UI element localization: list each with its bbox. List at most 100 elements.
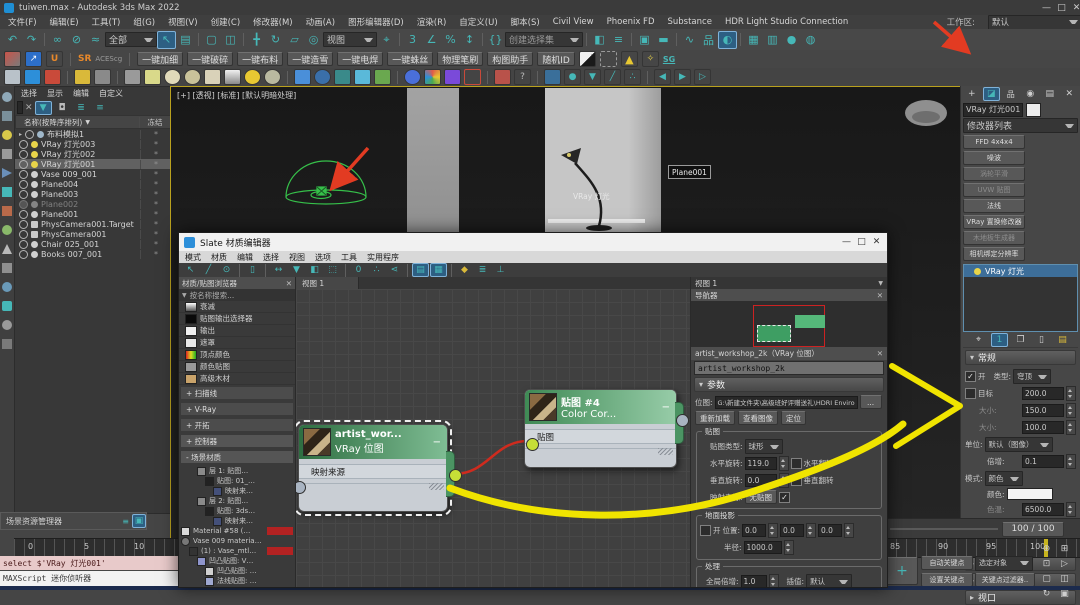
visibility-eye-icon[interactable] <box>19 230 28 239</box>
slate-move-children-icon[interactable]: ↔ <box>270 263 287 277</box>
menu-hdr-light-studio[interactable]: HDR Light Studio Connection <box>725 17 848 27</box>
menu-group[interactable]: 组(G) <box>133 16 155 28</box>
export-tool-icon[interactable]: ↗ <box>25 51 42 67</box>
visibility-eye-icon[interactable] <box>19 160 28 169</box>
table-row[interactable]: Chair 025_001* <box>15 239 171 249</box>
spinner[interactable] <box>806 523 816 538</box>
plugin-button-cloth[interactable]: 一键布料 <box>237 52 283 66</box>
mapping-source-button[interactable]: 无贴图 <box>745 490 778 504</box>
pen-icon[interactable]: ╱ <box>604 69 621 85</box>
explorer-menu-edit[interactable]: 编辑 <box>73 88 89 99</box>
clear-search-icon[interactable]: ✕ <box>25 103 33 113</box>
v-rotation-field[interactable]: 0.0 <box>745 474 777 487</box>
configure-modifier-sets-icon[interactable]: ▤ <box>1054 333 1071 347</box>
film-forward-icon[interactable]: ▷ <box>694 69 711 85</box>
multiplier-field[interactable]: 0.1 <box>1022 455 1064 468</box>
slate-minimize-icon[interactable]: — <box>839 237 854 247</box>
zoom-all-icon[interactable]: ⊞ <box>1056 542 1073 556</box>
modifier-list-dropdown[interactable]: 修改器列表 <box>963 118 1078 133</box>
slate-maximize-icon[interactable]: □ <box>854 237 869 247</box>
slate-arrange-icon[interactable]: ⋖ <box>386 263 403 277</box>
menu-customize[interactable]: 自定义(U) <box>459 16 497 28</box>
teapot-primitive-icon[interactable] <box>204 69 221 85</box>
bitmap-path-field[interactable]: G:\新建文件夹\高级班好评赠送礼\HDRI Enviro <box>715 396 858 409</box>
table-row-hidden[interactable]: Plane002* <box>15 199 171 209</box>
clipboard-icon[interactable] <box>494 69 511 85</box>
rollout-parameters[interactable]: ▾参数 <box>694 377 884 392</box>
output-socket[interactable] <box>449 469 462 482</box>
view-image-button[interactable]: 查看图像 <box>738 411 778 425</box>
slate-close-icon[interactable]: ✕ <box>869 237 884 247</box>
view-selector-bar[interactable]: 视图 1▼ <box>691 277 887 289</box>
field-of-view-icon[interactable]: ▷ <box>1056 557 1073 571</box>
browser-search[interactable]: ▼按名称搜索... <box>179 289 295 301</box>
key-tool-icon[interactable] <box>74 69 91 85</box>
ground-z-field[interactable]: 0.0 <box>818 524 842 537</box>
dock-square-icon[interactable] <box>2 339 12 349</box>
visibility-eye-icon[interactable] <box>19 150 28 159</box>
spinner[interactable] <box>769 574 779 587</box>
tree-item[interactable]: Vase 009 materia… <box>181 536 295 546</box>
explorer-column-headers[interactable]: 名称(按降序排列) ▼ 冻结 <box>15 115 171 129</box>
snowflake-icon[interactable] <box>354 69 371 85</box>
spinner[interactable] <box>1066 454 1076 469</box>
cone-primitive-icon[interactable] <box>224 69 241 85</box>
visibility-eye-icon[interactable] <box>19 250 28 259</box>
blue-sphere-icon[interactable] <box>404 69 421 85</box>
redo-icon[interactable]: ↷ <box>22 31 41 49</box>
key-filters-button[interactable]: 关键点过滤器.. <box>975 573 1035 587</box>
show-end-result-icon[interactable]: 1 <box>991 333 1008 347</box>
menu-rendering[interactable]: 渲染(R) <box>417 16 447 28</box>
slate-menu-edit[interactable]: 编辑 <box>237 252 253 263</box>
explorer-window-icon[interactable]: ▣ <box>132 514 146 528</box>
schematic-view-icon[interactable]: 品 <box>699 31 718 49</box>
group-controllers[interactable]: + 控制器 <box>180 434 294 448</box>
modifier-stack[interactable]: VRay 灯光 <box>963 264 1078 332</box>
dock-eye-icon[interactable] <box>2 282 12 292</box>
dock-toggle-icon[interactable]: ≡ <box>122 517 129 526</box>
table-row[interactable]: Plane003* <box>15 189 171 199</box>
node-canvas[interactable]: artist_wor... VRay 位图 − 映射来源 <box>296 289 690 587</box>
pyramid-icon[interactable] <box>334 69 351 85</box>
navigator-header[interactable]: 导航器✕ <box>691 289 887 301</box>
leaf-icon[interactable] <box>374 69 391 85</box>
render-production-icon[interactable]: ● <box>782 31 801 49</box>
light-type-dropdown[interactable]: 穹顶 <box>1013 369 1051 384</box>
plugin-button-spiderweb[interactable]: 一键蛛丝 <box>387 52 433 66</box>
scale-icon[interactable]: ▱ <box>285 31 304 49</box>
slate-menu-view[interactable]: 视图 <box>289 252 305 263</box>
spinner[interactable] <box>784 540 794 555</box>
rendered-frame-window-icon[interactable]: ▥ <box>763 31 782 49</box>
update-icon[interactable] <box>24 69 41 85</box>
tree-item[interactable]: 贴图: 01_… <box>181 476 295 486</box>
sun-icon[interactable] <box>244 69 261 85</box>
time-slider-handle[interactable]: 100 / 100 <box>1002 522 1064 537</box>
slate-zero-icon[interactable]: 0 <box>350 263 367 277</box>
navigator-canvas[interactable] <box>691 301 887 347</box>
set-key-mode-button[interactable]: + <box>886 557 918 585</box>
spinner[interactable] <box>768 523 778 538</box>
map-item-output[interactable]: 输出 <box>179 325 295 337</box>
slate-menu-material[interactable]: 材质 <box>211 252 227 263</box>
region-frame-icon[interactable] <box>600 51 617 67</box>
node-header[interactable]: artist_wor... VRay 位图 − <box>299 425 447 459</box>
egg-primitive-icon[interactable] <box>164 69 181 85</box>
slate-select-icon[interactable]: ↖ <box>182 263 199 277</box>
display-tab[interactable]: ▤ <box>1041 87 1058 101</box>
named-selection-sets-field[interactable]: 创建选择集 <box>505 32 583 47</box>
spinner-snap-icon[interactable]: ↕ <box>460 31 479 49</box>
table-row[interactable]: Plane001* <box>15 209 171 219</box>
teapot-icon[interactable] <box>4 69 21 85</box>
modify-tab[interactable]: ◪ <box>983 87 1000 101</box>
lock-icon[interactable]: ◘ <box>54 101 71 115</box>
dock-grid-icon[interactable] <box>2 301 12 311</box>
parameter-panel-close-icon[interactable]: ✕ <box>877 349 883 358</box>
rotate-icon[interactable]: ↻ <box>266 31 285 49</box>
mode-dropdown[interactable]: 颜色 <box>985 471 1023 486</box>
target-checkbox[interactable] <box>965 388 976 399</box>
window-crossing-icon[interactable]: ◫ <box>221 31 240 49</box>
plugin-button-fracture[interactable]: 一键破碎 <box>187 52 233 66</box>
create-tab[interactable]: + <box>963 87 980 101</box>
target-distance-field[interactable]: 200.0 <box>1022 387 1064 400</box>
group-osl[interactable]: + 开拓 <box>180 418 294 432</box>
